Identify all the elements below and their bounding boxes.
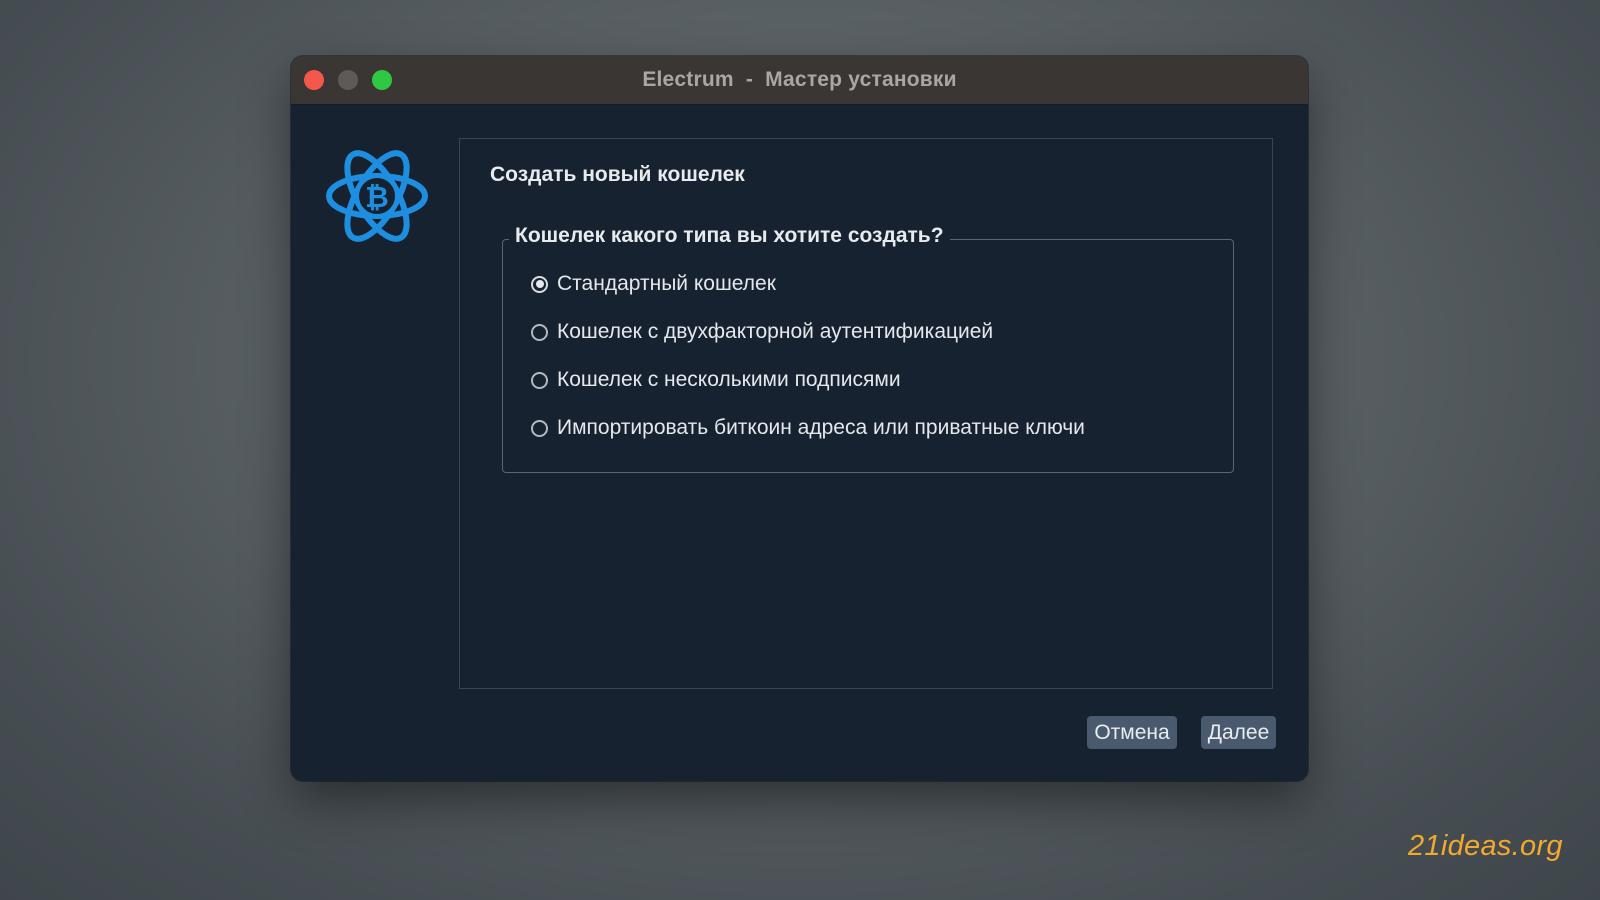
cancel-button[interactable]: Отмена (1087, 716, 1177, 749)
wizard-content-panel: Создать новый кошелек Кошелек какого тип… (459, 138, 1273, 689)
window-title: Electrum - Мастер установки (642, 68, 957, 91)
page-title: Создать новый кошелек (490, 163, 745, 186)
option-label: Кошелек с несколькими подписями (557, 368, 901, 391)
wallet-type-group: Кошелек какого типа вы хотите создать? С… (502, 224, 1234, 473)
radio-unselected-icon[interactable] (531, 371, 548, 389)
option-label: Стандартный кошелек (557, 272, 776, 295)
title-bar[interactable]: Electrum - Мастер установки (291, 56, 1308, 105)
svg-text:₿: ₿ (365, 180, 389, 214)
electrum-logo-icon: ₿ (326, 150, 428, 242)
option-import-keys[interactable]: Импортировать биткоин адреса или приватн… (531, 414, 1085, 442)
radio-unselected-icon[interactable] (531, 323, 548, 341)
option-multisig-wallet[interactable]: Кошелек с несколькими подписями (531, 366, 901, 394)
option-2fa-wallet[interactable]: Кошелек с двухфакторной аутентификацией (531, 318, 993, 346)
radio-unselected-icon[interactable] (531, 419, 548, 437)
option-label: Импортировать биткоин адреса или приватн… (557, 416, 1085, 439)
next-button[interactable]: Далее (1201, 716, 1276, 749)
option-standard-wallet[interactable]: Стандартный кошелек (531, 270, 776, 298)
option-label: Кошелек с двухфакторной аутентификацией (557, 320, 994, 343)
setup-wizard-window: Electrum - Мастер установки ₿ Создать но… (291, 56, 1308, 781)
radio-selected-icon[interactable] (531, 275, 548, 293)
watermark-text: 21ideas.org (1408, 830, 1563, 862)
wallet-type-question: Кошелек какого типа вы хотите создать? (509, 224, 950, 248)
